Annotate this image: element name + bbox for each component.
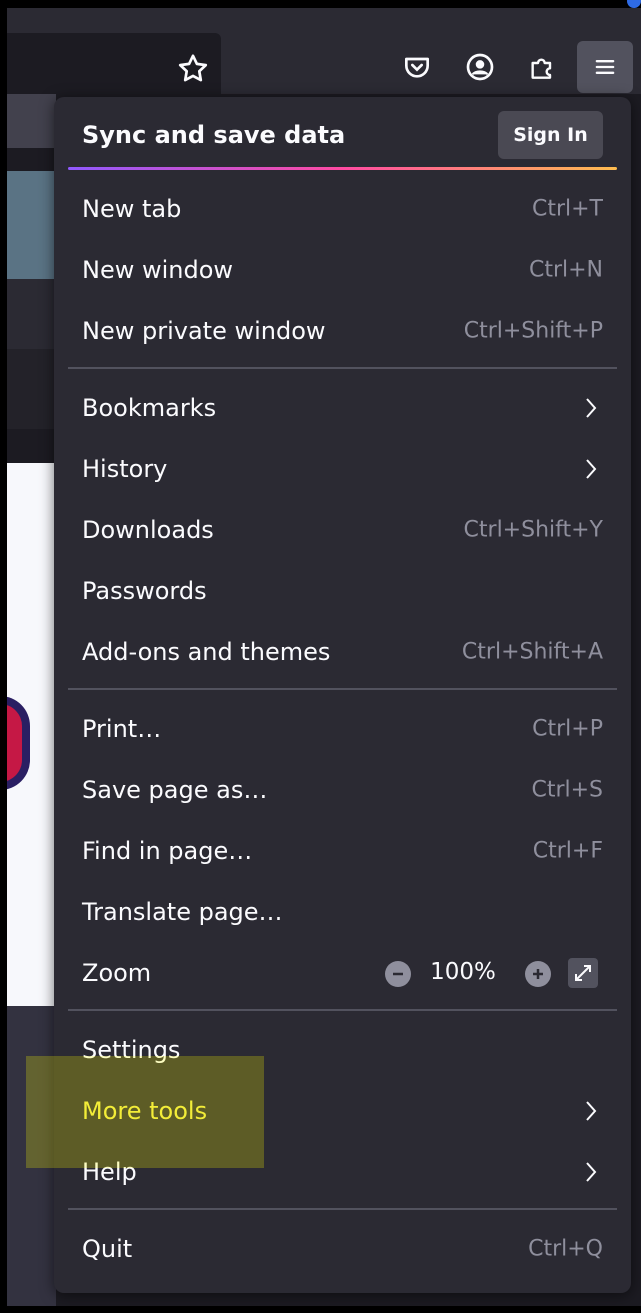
- menu-item-quit[interactable]: Quit Ctrl+Q: [68, 1219, 617, 1279]
- menu-separator: [68, 688, 617, 690]
- menu-item-translate-page[interactable]: Translate page…: [68, 882, 617, 942]
- menu-item-label: New tab: [82, 195, 182, 223]
- menu-item-label: Add-ons and themes: [82, 638, 331, 666]
- menu-item-label: New private window: [82, 317, 326, 345]
- menu-item-new-tab[interactable]: New tab Ctrl+T: [68, 179, 617, 239]
- menu-item-addons-themes[interactable]: Add-ons and themes Ctrl+Shift+A: [68, 622, 617, 682]
- menu-item-new-private-window[interactable]: New private window Ctrl+Shift+P: [68, 301, 617, 361]
- menu-item-shortcut: Ctrl+F: [532, 838, 603, 864]
- zoom-controls: 100%: [363, 953, 603, 993]
- chevron-right-icon: [586, 398, 597, 418]
- menu-item-label: New window: [82, 256, 234, 284]
- plus-icon: [533, 969, 543, 979]
- extensions-icon[interactable]: [526, 51, 558, 83]
- header-gradient-divider: [68, 167, 617, 170]
- menu-item-shortcut: Ctrl+Shift+Y: [463, 517, 603, 543]
- menu-item-downloads[interactable]: Downloads Ctrl+Shift+Y: [68, 500, 617, 560]
- pocket-icon[interactable]: [401, 51, 433, 83]
- menu-item-label: Find in page…: [82, 837, 253, 865]
- account-icon[interactable]: [464, 51, 496, 83]
- zoom-in-button[interactable]: [525, 961, 551, 987]
- highlight-box: [26, 1056, 264, 1168]
- menu-item-history[interactable]: History: [68, 439, 617, 499]
- menu-item-label: History: [82, 455, 168, 483]
- menu-item-shortcut: Ctrl+Shift+A: [461, 639, 603, 665]
- menu-item-label: Zoom: [82, 959, 152, 987]
- sign-in-button[interactable]: Sign In: [498, 111, 603, 159]
- menu-item-find-in-page[interactable]: Find in page… Ctrl+F: [68, 821, 617, 881]
- menu-item-shortcut: Ctrl+T: [531, 196, 603, 222]
- menu-item-shortcut: Ctrl+Q: [528, 1236, 603, 1262]
- menu-separator: [68, 367, 617, 369]
- window-bottom-edge: [0, 1306, 641, 1313]
- menu-separator: [68, 1208, 617, 1210]
- menu-item-label: Passwords: [82, 577, 207, 605]
- menu-item-label: Print…: [82, 715, 162, 743]
- tab-strip-remnant: [0, 94, 56, 148]
- menu-separator: [68, 1009, 617, 1011]
- hamburger-menu-icon: [595, 60, 615, 75]
- menu-item-print[interactable]: Print… Ctrl+P: [68, 699, 617, 759]
- chevron-right-icon: [586, 1162, 597, 1182]
- fullscreen-button[interactable]: [568, 958, 598, 988]
- menu-item-label: Downloads: [82, 516, 214, 544]
- window-left-edge: [0, 8, 7, 1313]
- menu-item-shortcut: Ctrl+P: [532, 716, 603, 742]
- fullscreen-icon: [575, 965, 591, 981]
- chevron-right-icon: [586, 1101, 597, 1121]
- menu-item-label: Save page as…: [82, 776, 268, 804]
- menu-item-zoom: Zoom 100%: [68, 943, 617, 1003]
- sync-header: Sync and save data Sign In: [54, 97, 631, 169]
- window-top-bar: [0, 0, 641, 8]
- zoom-level[interactable]: 100%: [423, 959, 503, 985]
- menu-item-bookmarks[interactable]: Bookmarks: [68, 378, 617, 438]
- zoom-out-button[interactable]: [385, 961, 411, 987]
- menu-item-save-page[interactable]: Save page as… Ctrl+S: [68, 760, 617, 820]
- menu-item-passwords[interactable]: Passwords: [68, 561, 617, 621]
- page-banner-remnant: [0, 171, 56, 279]
- menu-item-label: Translate page…: [82, 898, 283, 926]
- menu-item-shortcut: Ctrl+N: [528, 257, 603, 283]
- menu-item-shortcut: Ctrl+Shift+P: [463, 318, 603, 344]
- chevron-right-icon: [586, 459, 597, 479]
- status-dot: [627, 0, 641, 8]
- menu-item-label: Quit: [82, 1235, 133, 1263]
- page-bar-remnant: [0, 349, 56, 429]
- star-icon[interactable]: [175, 51, 211, 87]
- menu-item-new-window[interactable]: New window Ctrl+N: [68, 240, 617, 300]
- menu-item-shortcut: Ctrl+S: [531, 777, 603, 803]
- sync-title: Sync and save data: [82, 121, 346, 149]
- page-bar-remnant: [0, 279, 56, 349]
- menu-item-label: Bookmarks: [82, 394, 217, 422]
- hamburger-menu-button[interactable]: [577, 41, 633, 93]
- minus-icon: [393, 972, 403, 976]
